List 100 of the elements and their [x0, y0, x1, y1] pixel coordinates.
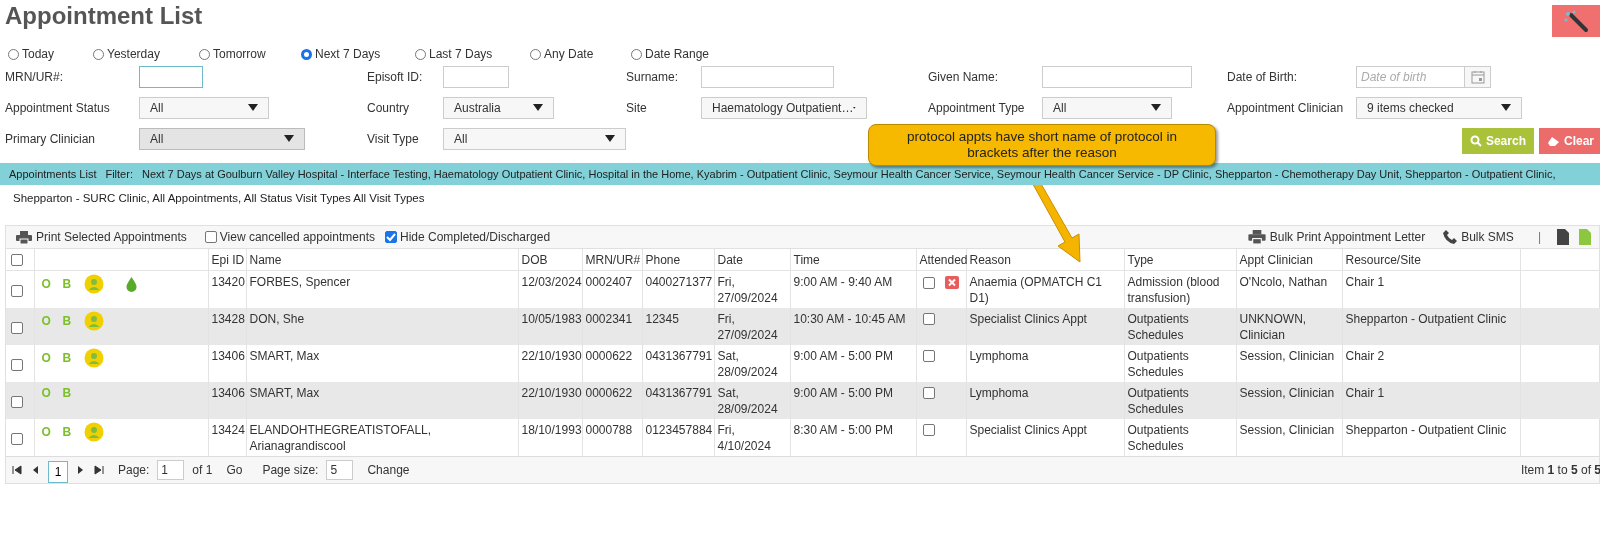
date-range-radio[interactable]: Date Range [631, 47, 731, 61]
table-cell: 0000622 [585, 386, 633, 400]
table-cell: 10:30 AM - 10:45 AM [793, 312, 906, 326]
row-checkbox[interactable] [11, 358, 23, 371]
table-cell: 0000622 [585, 349, 633, 363]
table-cell: 0002341 [585, 312, 633, 326]
file-icon[interactable] [1557, 229, 1569, 245]
change-button[interactable]: Change [361, 463, 416, 477]
option-checkbox[interactable]: View cancelled appointments [204, 230, 375, 244]
field-label: Visit Type [367, 132, 420, 146]
table-cell: Lymphoma [969, 349, 1029, 363]
table-cell: 8:30 AM - 5:00 PM [793, 423, 893, 437]
text-input[interactable] [1042, 66, 1192, 88]
table-cell: 0431367791 [645, 349, 713, 363]
date-range-radio[interactable]: Yesterday [93, 47, 199, 61]
text-input[interactable] [139, 66, 203, 88]
dropdown[interactable]: Australia [443, 97, 554, 119]
attended-checkbox[interactable] [922, 387, 935, 399]
status-letter: B [62, 313, 73, 329]
table-cell: ELANDOHTHEGREATISTOFALL, Arianagrandiscool [249, 423, 432, 453]
page-label: Page: [118, 463, 150, 477]
attended-checkbox[interactable] [922, 350, 935, 362]
column-header[interactable]: DOB [518, 249, 582, 271]
calendar-icon [1470, 70, 1485, 84]
dropdown[interactable]: All [1042, 97, 1172, 119]
go-button[interactable]: Go [220, 463, 249, 477]
dropdown[interactable]: 9 items checked [1356, 97, 1522, 119]
row-checkbox[interactable] [11, 284, 23, 297]
table-cell: 0123457884 [645, 423, 713, 437]
status-letter: O [41, 350, 52, 366]
table-cell: FORBES, Spencer [249, 275, 351, 289]
wand-button[interactable] [1552, 5, 1600, 37]
page-size-input[interactable]: 5 [326, 460, 354, 480]
column-header[interactable]: Name [246, 249, 518, 271]
page-button[interactable]: 1 [48, 461, 68, 483]
status-letter: B [62, 276, 73, 292]
table-cell: 12/03/2024 [521, 275, 582, 289]
separator-text: | [1537, 230, 1541, 244]
callout-note: protocol appts have short name of protocol in brackets after the reason [868, 124, 1216, 166]
select-all-checkbox[interactable] [11, 254, 23, 267]
date-range-radio[interactable]: Tomorrow [199, 47, 301, 61]
column-header[interactable]: Time [790, 249, 916, 271]
attended-checkbox[interactable] [922, 424, 935, 436]
field-label: Date of Birth: [1227, 70, 1299, 84]
eraser-icon [1546, 135, 1560, 147]
row-checkbox[interactable] [11, 432, 23, 445]
table-cell: Outpatients Schedules [1127, 423, 1189, 453]
table-cell: Fri, 4/10/2024 [717, 423, 771, 453]
date-range-radio[interactable]: Next 7 Days [301, 47, 415, 61]
text-input[interactable] [701, 66, 834, 88]
dropdown[interactable]: All [443, 128, 626, 150]
attended-checkbox[interactable] [922, 313, 935, 325]
last-page-icon[interactable] [94, 465, 104, 475]
table-cell: Sat, 28/09/2024 [717, 349, 778, 379]
table-cell: Fri, 27/09/2024 [717, 312, 778, 342]
page-title: Appointment List [5, 2, 203, 30]
print-selected-button[interactable]: Print Selected Appointments [16, 230, 187, 244]
filter-label: Filter: [105, 168, 133, 180]
column-header[interactable]: MRN/UR# [582, 249, 642, 271]
table-cell: SMART, Max [249, 386, 320, 400]
dropdown[interactable]: All [139, 97, 269, 119]
first-page-icon[interactable] [12, 465, 22, 475]
table-cell: Shepparton - Outpatient Clinic [1345, 423, 1507, 437]
column-header[interactable]: Date [714, 249, 790, 271]
table-cell: 0400271377 [645, 275, 713, 289]
table-cell: Outpatients Schedules [1127, 349, 1189, 379]
column-header[interactable]: Epi ID [208, 249, 246, 271]
table-cell: 13420 [211, 275, 245, 289]
row-checkbox[interactable] [11, 395, 23, 408]
table-cell: O'Ncolo, Nathan [1239, 275, 1328, 289]
table-cell: 22/10/1930 [521, 386, 582, 400]
row-checkbox[interactable] [11, 321, 23, 334]
field-label: MRN/UR#: [5, 70, 64, 84]
option-checkbox[interactable]: Hide Completed/Discharged [385, 230, 551, 244]
table-cell: Shepparton - Outpatient Clinic [1345, 312, 1507, 326]
field-label: Appointment Status [5, 101, 111, 115]
table-cell: 18/10/1993 [521, 423, 582, 437]
column-header[interactable]: Attended [916, 249, 966, 271]
page-input[interactable]: 1 [157, 460, 185, 480]
attended-checkbox[interactable] [922, 276, 935, 289]
date-range-radio[interactable]: Today [8, 47, 93, 61]
bulk-print-button[interactable]: Bulk Print Appointment Letter [1247, 230, 1426, 244]
column-header[interactable]: Phone [642, 249, 714, 271]
field-label: Episoft ID: [367, 70, 424, 84]
table-cell: SMART, Max [249, 349, 320, 363]
dropdown[interactable]: Haematology Outpatient… [701, 97, 867, 119]
table-cell: 0000788 [585, 423, 633, 437]
table-cell: Sat, 28/09/2024 [717, 386, 778, 416]
close-icon[interactable] [944, 276, 959, 289]
field-label: Appointment Type [928, 101, 1026, 115]
column-header[interactable]: Resource/Site [1342, 249, 1520, 271]
column-header[interactable]: Type [1124, 249, 1236, 271]
table-cell: 13406 [211, 349, 245, 363]
text-input[interactable] [443, 66, 509, 88]
table-cell: 0002407 [585, 275, 633, 289]
column-header[interactable]: Appt Clinician [1236, 249, 1342, 271]
table-cell: Chair 1 [1345, 275, 1385, 289]
date-range-radio[interactable]: Last 7 Days [415, 47, 530, 61]
bulk-sms-button[interactable]: Bulk SMS [1443, 230, 1514, 244]
date-range-radio[interactable]: Any Date [530, 47, 631, 61]
